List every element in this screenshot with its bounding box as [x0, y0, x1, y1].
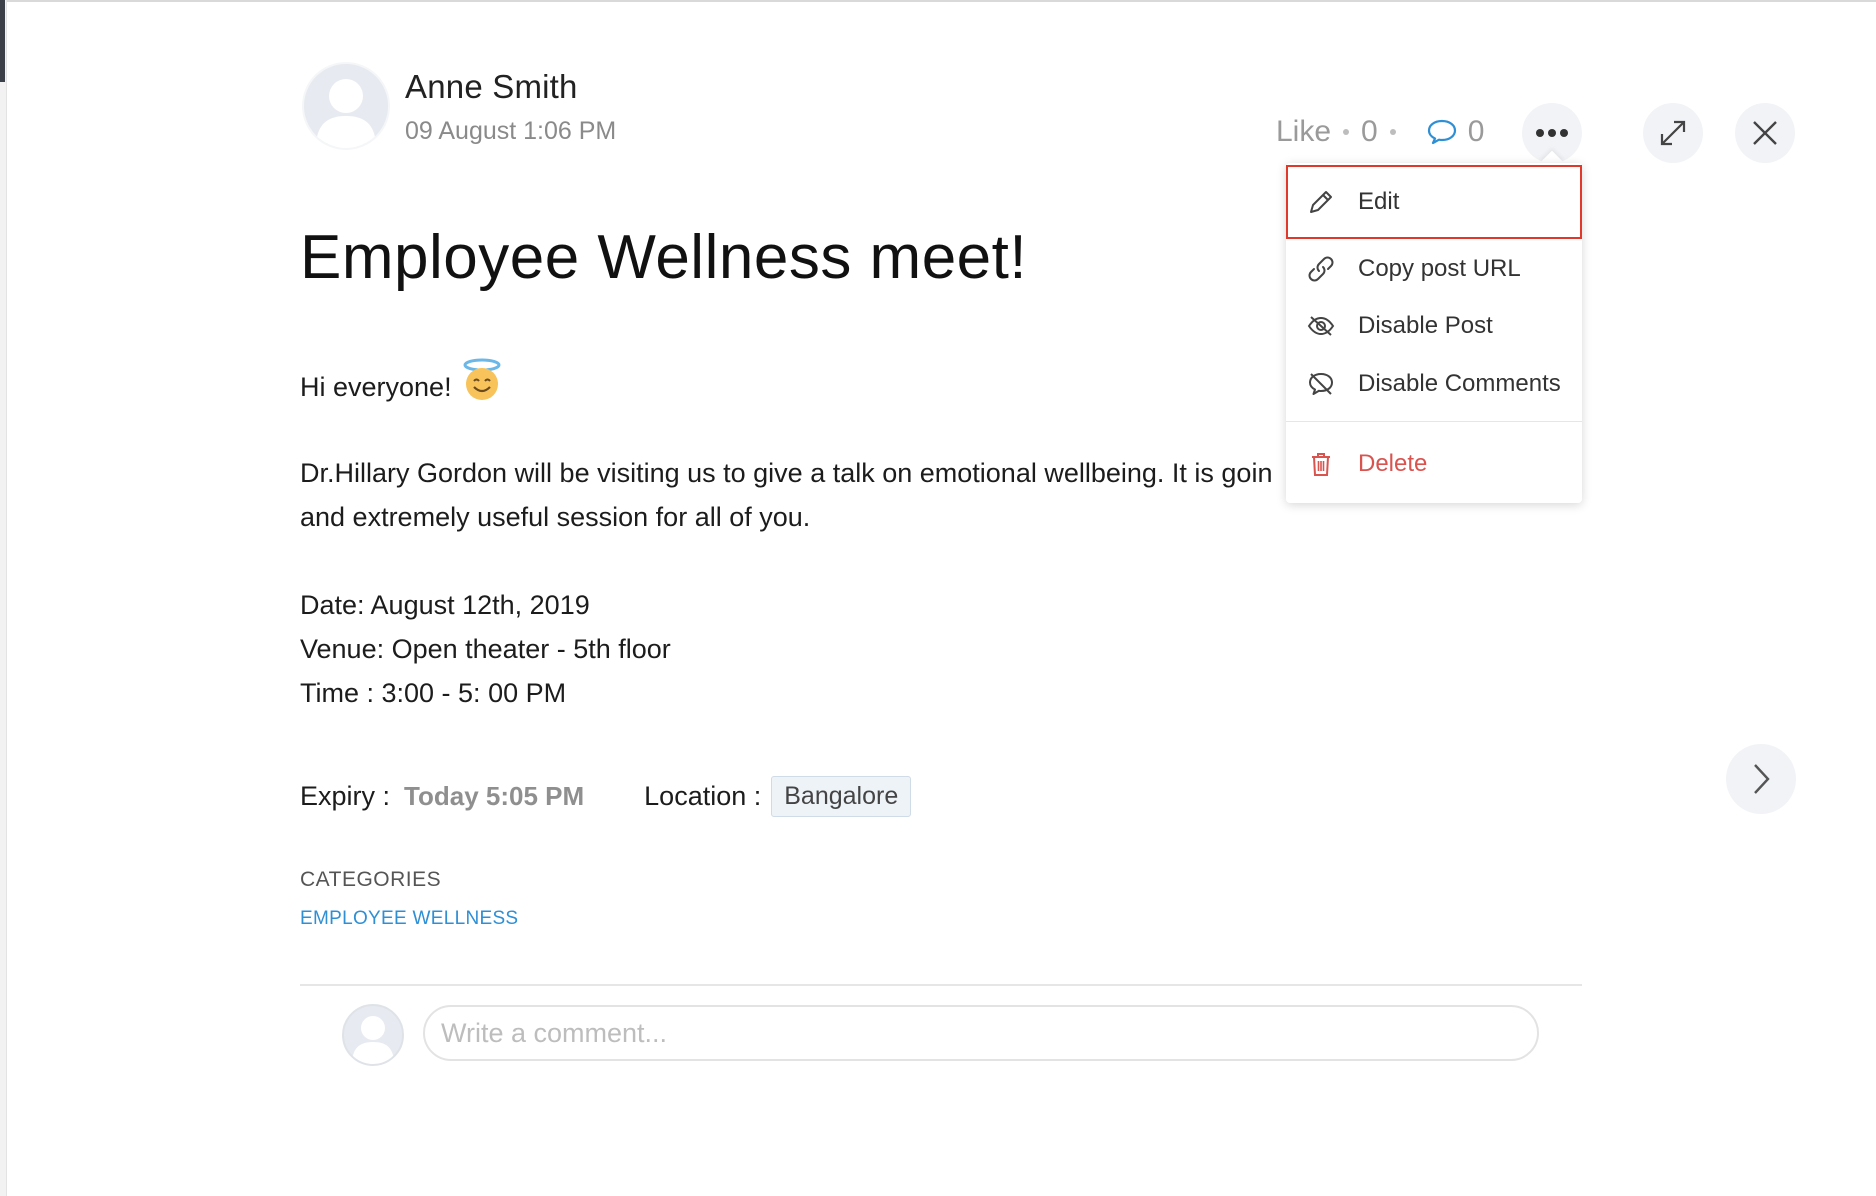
commenter-avatar	[342, 1004, 404, 1066]
next-post-button[interactable]	[1726, 744, 1796, 814]
paragraph-line: Dr.Hillary Gordon will be visiting us to…	[300, 458, 1273, 488]
post-greeting: Hi everyone!	[300, 358, 504, 415]
paragraph-line: and extremely useful session for all of …	[300, 502, 811, 532]
comment-slash-icon	[1304, 367, 1338, 401]
menu-item-disable-post[interactable]: Disable Post	[1286, 297, 1582, 355]
expand-icon	[1660, 120, 1686, 146]
post-title: Employee Wellness meet!	[300, 223, 1028, 292]
event-time: Time : 3:00 - 5: 00 PM	[300, 678, 567, 708]
menu-item-label: Edit	[1358, 188, 1400, 215]
menu-item-label: Copy post URL	[1358, 255, 1521, 282]
menu-divider	[1286, 421, 1582, 422]
avatar-icon	[352, 1016, 394, 1064]
chevron-right-icon	[1754, 764, 1770, 794]
post-meta: Expiry : Today 5:05 PM Location : Bangal…	[300, 776, 912, 817]
comment-input[interactable]	[423, 1005, 1539, 1061]
expiry-value: Today 5:05 PM	[404, 781, 585, 811]
author-name[interactable]: Anne Smith	[405, 68, 578, 106]
close-icon	[1753, 121, 1777, 145]
expand-button[interactable]	[1643, 103, 1703, 163]
menu-item-copy-url[interactable]: Copy post URL	[1286, 240, 1582, 298]
location-label: Location :	[644, 781, 762, 811]
event-date: Date: August 12th, 2019	[300, 590, 590, 620]
like-count: 0	[1361, 115, 1378, 148]
avatar-icon	[316, 79, 376, 148]
comments-separator	[300, 984, 1582, 986]
like-button[interactable]: Like	[1276, 115, 1331, 149]
trash-icon	[1304, 447, 1338, 481]
menu-item-label: Disable Comments	[1358, 370, 1561, 397]
menu-item-label: Delete	[1358, 450, 1428, 477]
link-icon	[1304, 252, 1338, 286]
pencil-icon	[1304, 185, 1338, 219]
eye-slash-icon	[1304, 309, 1338, 343]
expiry-label: Expiry :	[300, 781, 391, 811]
comment-bubble-icon[interactable]	[1426, 118, 1458, 146]
author-avatar[interactable]	[302, 62, 390, 150]
separator-dot	[1343, 129, 1350, 135]
top-border	[0, 0, 1876, 2]
event-venue: Venue: Open theater - 5th floor	[300, 634, 671, 664]
more-options-icon	[1536, 129, 1568, 137]
post-stats: Like 0 0	[1276, 112, 1484, 152]
left-collapsed-tab[interactable]	[0, 0, 5, 82]
menu-item-disable-comments[interactable]: Disable Comments	[1286, 355, 1582, 413]
comment-count: 0	[1467, 115, 1485, 148]
post-detail-view: Anne Smith 09 August 1:06 PM Like 0 0 Ed…	[0, 0, 1876, 1196]
post-options-menu: Edit Copy post URL Disable Post Disable …	[1286, 163, 1582, 503]
location-tag[interactable]: Bangalore	[771, 776, 912, 817]
category-link[interactable]: EMPLOYEE WELLNESS	[300, 908, 518, 930]
separator-dot	[1389, 129, 1396, 135]
event-details: Date: August 12th, 2019 Venue: Open thea…	[300, 583, 671, 715]
close-button[interactable]	[1735, 103, 1795, 163]
post-timestamp: 09 August 1:06 PM	[405, 117, 617, 145]
categories-label: CATEGORIES	[300, 868, 442, 891]
post-paragraph: Dr.Hillary Gordon will be visiting us to…	[300, 451, 1290, 539]
menu-item-delete[interactable]: Delete	[1286, 435, 1582, 493]
menu-item-label: Disable Post	[1358, 312, 1493, 339]
left-edge-panel	[0, 0, 7, 1196]
menu-item-edit[interactable]: Edit	[1286, 165, 1582, 239]
halo-smile-emoji	[460, 358, 504, 415]
greeting-text: Hi everyone!	[300, 371, 452, 402]
